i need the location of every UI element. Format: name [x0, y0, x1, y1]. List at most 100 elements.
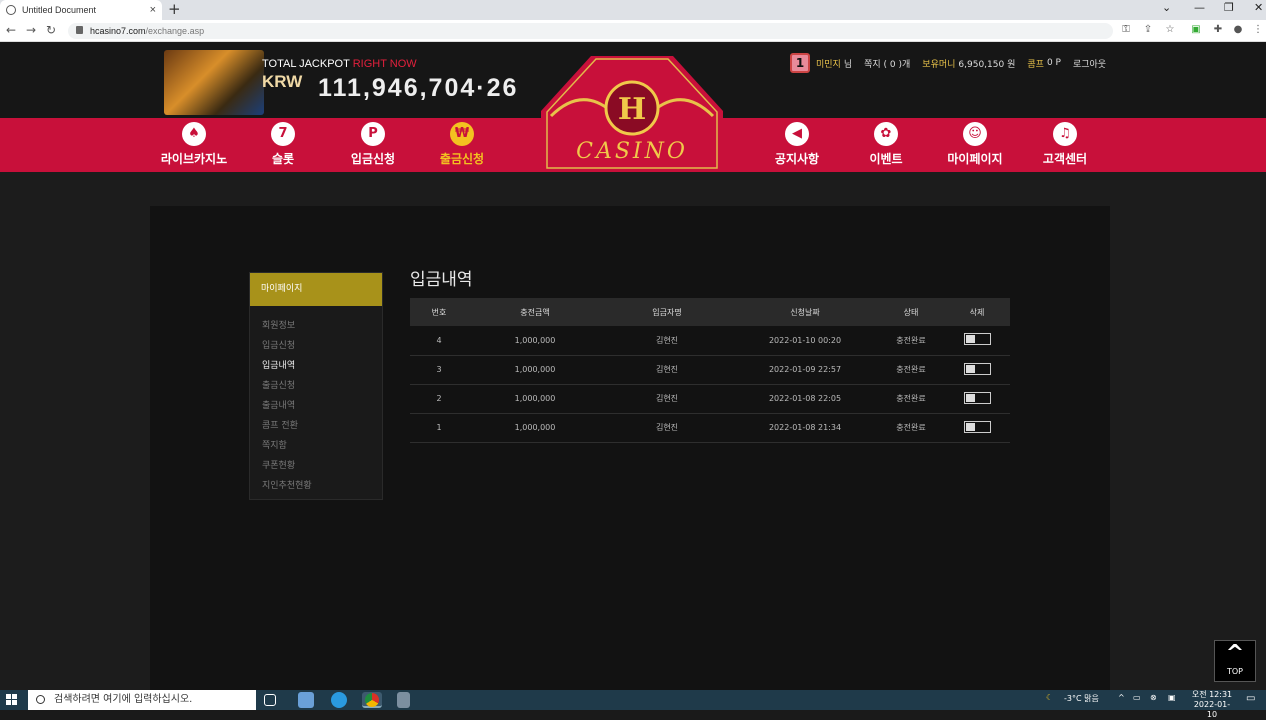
sidebar-item-referral[interactable]: 지인추천현황 — [250, 476, 382, 496]
deposit-icon: P — [361, 122, 385, 146]
column-header: 입금자명 — [602, 298, 732, 326]
sidebar: 마이페이지 회원정보 입금신청 입금내역 출금신청 출금내역 콤프 전환 쪽지함… — [249, 272, 383, 500]
reload-icon[interactable]: ↻ — [46, 23, 56, 37]
tray-app-icon[interactable]: ▭ — [1133, 693, 1141, 702]
column-header: 상태 — [878, 298, 944, 326]
share-icon[interactable]: ⇪ — [1142, 24, 1154, 36]
cell-date: 2022-01-10 00:20 — [732, 326, 878, 356]
minimize-button[interactable]: — — [1194, 0, 1205, 20]
comp-label: 콤프 — [1027, 59, 1044, 70]
sidebar-item-withdraw-request[interactable]: 출금신청 — [250, 376, 382, 396]
cell-amount: 1,000,000 — [468, 413, 602, 443]
menu-icon[interactable]: ⋮ — [1252, 24, 1264, 36]
money-label: 보유머니 — [922, 59, 956, 70]
delete-button[interactable] — [963, 333, 991, 346]
taskbar-clock[interactable]: 오전 12:31 2022-01-10 — [1190, 690, 1234, 720]
chevron-up-icon: ^ — [1225, 641, 1245, 666]
lock-icon — [76, 26, 83, 34]
cell-status: 충전완료 — [878, 413, 944, 443]
calculator-icon[interactable] — [397, 692, 410, 708]
nav-mypage[interactable]: ☺ 마이페이지 — [930, 122, 1020, 167]
logout-link[interactable]: 로그아웃 — [1073, 57, 1106, 70]
sidebar-item-memo[interactable]: 쪽지함 — [250, 436, 382, 456]
nav-slot[interactable]: 7 슬롯 — [238, 122, 328, 167]
sidebar-item-deposit-request[interactable]: 입금신청 — [250, 336, 382, 356]
sidebar-item-comp-convert[interactable]: 콤프 전환 — [250, 416, 382, 436]
browser-tab[interactable]: Untitled Document × — [0, 0, 162, 20]
sidebar-item-withdraw-history[interactable]: 출금내역 — [250, 396, 382, 416]
cell-delete — [944, 384, 1010, 414]
nav-live-casino[interactable]: ♠ 라이브카지노 — [149, 122, 239, 167]
cell-status: 충전완료 — [878, 355, 944, 385]
casino-logo[interactable]: H CASINO — [541, 56, 723, 171]
profile-icon[interactable]: ● — [1232, 24, 1244, 36]
tray-chevron-icon[interactable]: ^ — [1118, 693, 1125, 702]
cell-amount: 1,000,000 — [468, 355, 602, 385]
task-view-icon[interactable] — [264, 694, 276, 706]
notification-icon[interactable]: ▭ — [1246, 693, 1255, 704]
cell-date: 2022-01-08 21:34 — [732, 413, 878, 443]
tray-network-icon[interactable]: ⊗ — [1150, 693, 1157, 702]
table-header-row: 번호 충전금액 입금자명 신청날짜 상태 삭제 — [410, 298, 1010, 326]
tab-close-icon[interactable]: × — [150, 4, 156, 16]
level-badge: 1 — [790, 53, 810, 73]
cell-depositor: 김현진 — [602, 384, 732, 414]
weather-text[interactable]: -3°C 맑음 — [1064, 693, 1099, 704]
nav-label: 라이브카지노 — [160, 152, 228, 166]
tab-search-icon[interactable]: ⌄ — [1162, 0, 1171, 20]
cell-date: 2022-01-08 22:05 — [732, 384, 878, 414]
top-label: TOP — [1226, 667, 1243, 676]
nav-label: 입금신청 — [350, 152, 396, 166]
clock-time: 오전 12:31 — [1191, 690, 1233, 699]
forward-icon[interactable]: → — [26, 23, 36, 37]
table-row: 2 1,000,000 김현진 2022-01-08 22:05 충전완료 — [410, 384, 1010, 414]
spade-icon: ♠ — [182, 122, 206, 146]
extension-icon[interactable]: ▣ — [1190, 24, 1202, 36]
scroll-top-button[interactable]: ^ TOP — [1214, 640, 1256, 682]
sidebar-item-member-info[interactable]: 회원정보 — [250, 316, 382, 336]
megaphone-icon: ◀ — [785, 122, 809, 146]
star-icon[interactable]: ☆ — [1164, 24, 1176, 36]
nav-deposit[interactable]: P 입금신청 — [328, 122, 418, 167]
nav-support[interactable]: ♫ 고객센터 — [1020, 122, 1110, 167]
event-icon: ✿ — [874, 122, 898, 146]
nav-event[interactable]: ✿ 이벤트 — [841, 122, 931, 167]
back-icon[interactable]: ← — [6, 23, 16, 37]
chrome-icon — [365, 693, 379, 707]
tray-ime-icon[interactable]: ▣ — [1168, 693, 1176, 702]
maximize-button[interactable]: ❐ — [1224, 0, 1234, 20]
key-icon[interactable]: ⚿ — [1120, 24, 1132, 36]
nav-withdraw[interactable]: ₩ 출금신청 — [417, 122, 507, 167]
logo-letter: H — [618, 92, 646, 127]
sidebar-item-coupon[interactable]: 쿠폰현황 — [250, 456, 382, 476]
cell-no: 4 — [410, 326, 468, 356]
delete-button[interactable] — [963, 362, 991, 375]
nav-label: 슬롯 — [271, 152, 295, 166]
file-explorer-icon[interactable] — [298, 692, 314, 708]
windows-start-icon[interactable] — [6, 694, 17, 705]
user-icon: ☺ — [963, 122, 987, 146]
cell-depositor: 김현진 — [602, 326, 732, 356]
cell-date: 2022-01-09 22:57 — [732, 355, 878, 385]
jackpot-currency: KRW — [262, 72, 303, 91]
address-bar: ← → ↻ hcasino7.com/exchange.asp — [0, 20, 1266, 42]
taskbar-search-input[interactable]: 검색하려면 여기에 입력하십시오. — [28, 690, 256, 710]
nav-label: 공지사항 — [774, 152, 820, 166]
edge-icon[interactable] — [331, 692, 347, 708]
sidebar-item-deposit-history[interactable]: 입금내역 — [250, 356, 382, 376]
cell-no: 2 — [410, 384, 468, 414]
new-tab-button[interactable]: + — [168, 0, 181, 20]
delete-button[interactable] — [963, 391, 991, 404]
nav-notice[interactable]: ◀ 공지사항 — [752, 122, 842, 167]
search-placeholder: 검색하려면 여기에 입력하십시오. — [54, 694, 193, 705]
honorific: 님 — [843, 59, 853, 70]
cell-status: 충전완료 — [878, 384, 944, 414]
delete-button[interactable] — [963, 420, 991, 433]
url-path: /exchange.asp — [145, 26, 205, 36]
money-value: 6,950,150 원 — [958, 59, 1016, 70]
url-input[interactable]: hcasino7.com/exchange.asp — [68, 23, 1113, 39]
puzzle-icon[interactable]: ✚ — [1212, 24, 1224, 36]
close-window-button[interactable]: ✕ — [1254, 0, 1263, 20]
table-row: 1 1,000,000 김현진 2022-01-08 21:34 충전완료 — [410, 413, 1010, 443]
memo-link[interactable]: 쪽지 ( 0 )개 — [864, 57, 910, 70]
